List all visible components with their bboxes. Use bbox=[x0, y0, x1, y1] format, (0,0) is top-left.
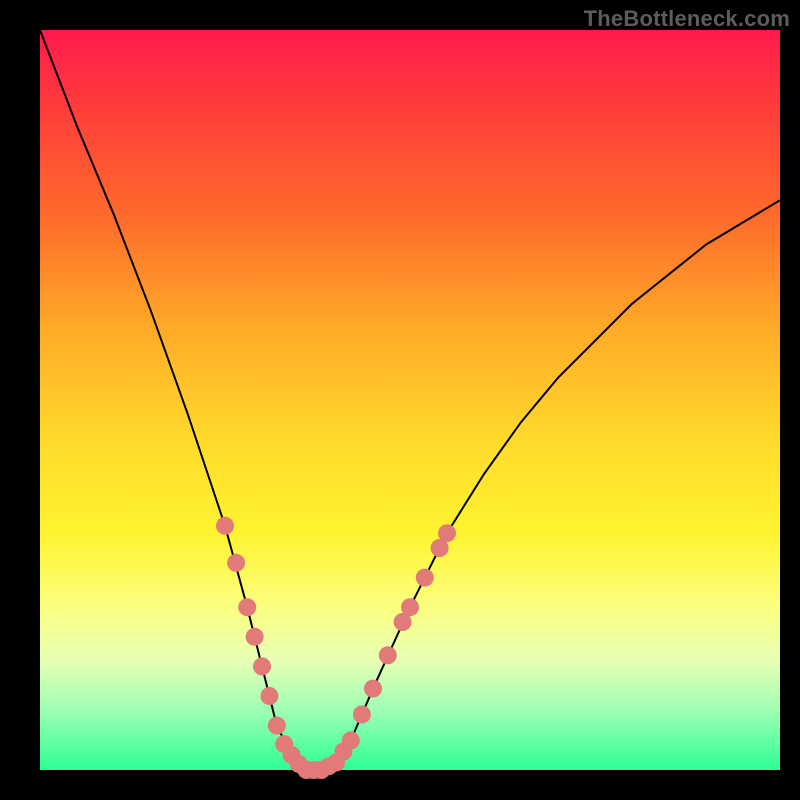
chart-frame: TheBottleneck.com bbox=[0, 0, 800, 800]
watermark-text: TheBottleneck.com bbox=[584, 6, 790, 32]
data-point-marker bbox=[227, 554, 245, 572]
data-point-marker bbox=[268, 717, 286, 735]
data-point-marker bbox=[253, 657, 271, 675]
data-point-marker bbox=[379, 646, 397, 664]
bottleneck-curve-path bbox=[40, 30, 780, 770]
data-point-marker bbox=[438, 524, 456, 542]
data-point-marker bbox=[401, 598, 419, 616]
curve-svg bbox=[40, 30, 780, 770]
plot-area bbox=[40, 30, 780, 770]
data-point-marker bbox=[216, 517, 234, 535]
curve-line bbox=[40, 30, 780, 770]
data-point-marker bbox=[364, 680, 382, 698]
curve-markers bbox=[216, 517, 456, 779]
data-point-marker bbox=[342, 731, 360, 749]
data-point-marker bbox=[246, 628, 264, 646]
data-point-marker bbox=[353, 706, 371, 724]
data-point-marker bbox=[238, 598, 256, 616]
data-point-marker bbox=[416, 569, 434, 587]
data-point-marker bbox=[260, 687, 278, 705]
